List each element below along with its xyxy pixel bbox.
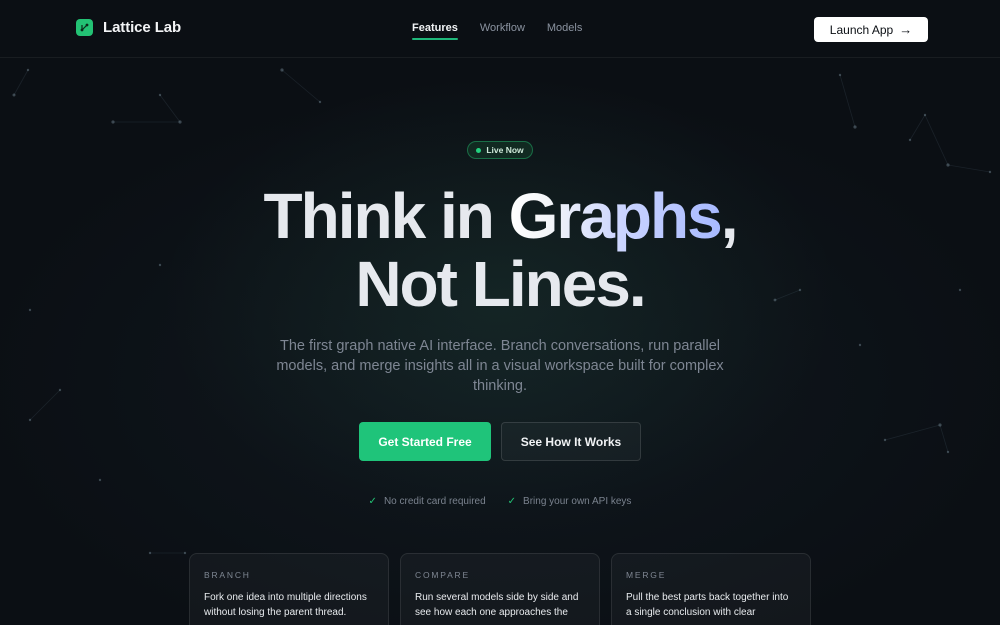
card-text: Run several models side by side and see … — [415, 592, 579, 618]
nav-link-workflow[interactable]: Workflow — [480, 22, 525, 40]
perk-label: Bring your own API keys — [523, 496, 632, 507]
card-text: Pull the best parts back together into a… — [626, 592, 789, 618]
card-label: MERGE — [626, 570, 667, 580]
brand[interactable]: Lattice Lab — [76, 19, 181, 36]
headline-part-comma: , — [720, 180, 739, 252]
lattice-logo-icon — [76, 19, 93, 36]
headline-line-2: Not Lines. — [355, 248, 646, 320]
launch-app-button[interactable]: Launch App → — [814, 17, 928, 42]
hero-subtitle: The first graph native AI interface. Bra… — [276, 338, 724, 394]
perk-item: ✓ Bring your own API keys — [508, 496, 632, 507]
check-icon: ✓ — [368, 496, 377, 507]
card-label: BRANCH — [204, 570, 251, 580]
live-dot-icon — [476, 147, 482, 153]
top-nav: Lattice Lab Features Workflow Models Lau… — [0, 0, 1000, 58]
brand-name: Lattice Lab — [103, 19, 182, 36]
perk-item: ✓ No credit card required — [369, 496, 486, 507]
feature-card-compare: COMPARE Run several models side by side … — [400, 553, 600, 625]
nav-link-features[interactable]: Features — [412, 22, 458, 40]
check-icon: ✓ — [507, 496, 517, 507]
headline-part-graphs: Graphs — [508, 180, 723, 252]
live-badge-label: Live Now — [486, 145, 524, 155]
nav-link-models[interactable]: Models — [547, 22, 582, 40]
feature-card-merge: MERGE Pull the best parts back together … — [611, 553, 811, 625]
perks-list: ✓ No credit card required ✓ Bring your o… — [0, 496, 1000, 507]
get-started-button[interactable]: Get Started Free — [359, 422, 491, 461]
headline-part-think: Think in — [263, 180, 509, 252]
headline-line-1: Think in Graphs, — [0, 182, 1000, 250]
launch-app-label: Launch App — [829, 22, 894, 37]
live-badge: Live Now — [467, 141, 533, 159]
feature-card-branch: BRANCH Fork one idea into multiple direc… — [189, 553, 389, 625]
perk-label: No credit card required — [383, 496, 486, 507]
card-label: COMPARE — [415, 570, 470, 580]
hero-headline: Think in Graphs, Not Lines. — [0, 182, 1000, 318]
arrow-right-icon: → — [899, 22, 913, 37]
card-text: Fork one idea into multiple directions w… — [204, 592, 367, 618]
nav-links: Features Workflow Models — [412, 22, 582, 40]
see-how-it-works-button[interactable]: See How It Works — [501, 422, 641, 461]
